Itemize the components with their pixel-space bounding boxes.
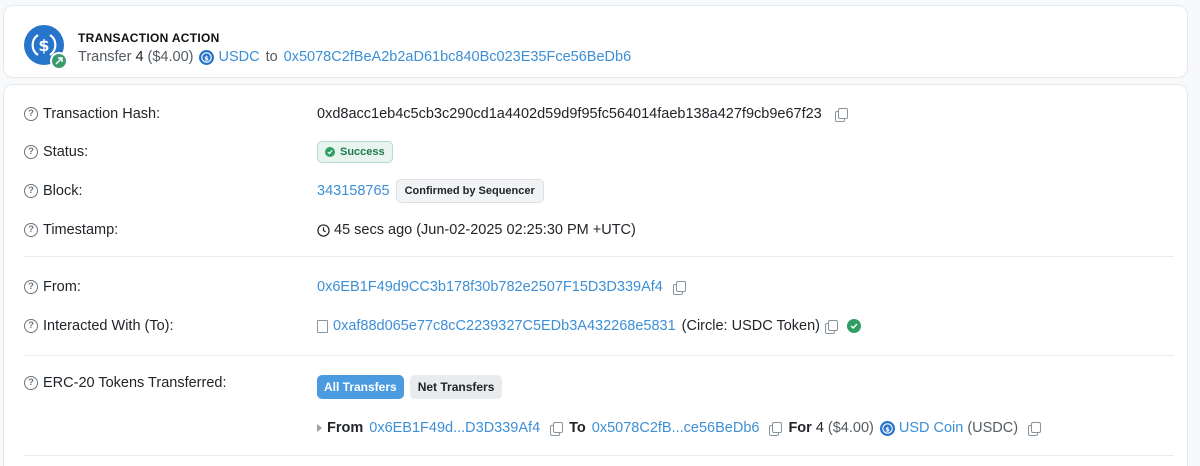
transfer-from-link[interactable]: 0x6EB1F49d...D3D339Af4: [369, 420, 540, 436]
from-row: ? From: 0x6EB1F49d9CC3b178f30b782e2507F15…: [4, 275, 1187, 299]
transfer-from-word: From: [327, 420, 364, 436]
erc20-label: ERC-20 Tokens Transferred:: [43, 375, 227, 391]
action-token-link[interactable]: USDC: [218, 49, 259, 65]
verified-check-icon: [846, 319, 861, 333]
block-row: ? Block: 343158765 Confirmed by Sequencer: [4, 179, 1187, 203]
svg-text:$: $: [205, 54, 210, 62]
check-circle-icon: [325, 147, 335, 157]
help-icon[interactable]: ?: [24, 223, 38, 237]
token-symbol: (USDC): [967, 420, 1019, 436]
copy-icon[interactable]: [824, 319, 838, 334]
help-icon[interactable]: ?: [24, 145, 38, 159]
copy-icon[interactable]: [549, 421, 564, 436]
transfer-to-word: To: [569, 420, 586, 436]
timestamp-value: 45 secs ago (Jun-02-2025 02:25:30 PM +UT…: [334, 222, 636, 238]
action-amount: 4: [135, 49, 144, 65]
copy-icon[interactable]: [834, 107, 848, 122]
tab-all-transfers[interactable]: All Transfers: [317, 375, 404, 399]
token-name-link[interactable]: USD Coin: [899, 420, 963, 436]
divider: [24, 455, 1174, 456]
help-icon[interactable]: ?: [24, 376, 38, 390]
help-icon[interactable]: ?: [24, 319, 38, 333]
transfer-to-link[interactable]: 0x5078C2fB...ce56BeDb6: [592, 420, 760, 436]
block-label: Block:: [43, 183, 83, 199]
transfer-usd: ($4.00): [827, 420, 874, 436]
confirmed-badge: Confirmed by Sequencer: [395, 179, 544, 203]
transaction-action-title: TRANSACTION ACTION: [78, 31, 220, 45]
usdc-coin-icon: $: [199, 49, 215, 65]
transaction-action-card: $ TRANSACTION ACTION Transfer 4 ($4.00) …: [3, 5, 1188, 78]
svg-text:$: $: [38, 36, 49, 55]
interacted-row: ? Interacted With (To): 0xaf88d065e77c8cC…: [4, 314, 1187, 338]
action-to-word: to: [265, 49, 278, 65]
transfer-amount: 4: [815, 420, 824, 436]
interacted-label: Interacted With (To):: [43, 318, 174, 334]
help-icon[interactable]: ?: [24, 107, 38, 121]
status-badge: Success: [317, 141, 393, 163]
divider: [24, 355, 1174, 356]
svg-text:$: $: [885, 425, 890, 433]
contract-address-link[interactable]: 0xaf88d065e77c8cC2239327C5EDb3A432268e58…: [333, 318, 676, 334]
block-number-link[interactable]: 343158765: [317, 183, 390, 199]
clock-icon: [317, 223, 330, 237]
help-icon[interactable]: ?: [24, 184, 38, 198]
contract-file-icon: [317, 319, 328, 333]
timestamp-label: Timestamp:: [43, 222, 119, 238]
token-transfer-row: From 0x6EB1F49d...D3D339Af4 To 0x5078C2f…: [4, 416, 1187, 440]
copy-icon[interactable]: [768, 421, 783, 436]
hash-row: ? Transaction Hash: 0xd8acc1eb4c5cb3c290c…: [4, 102, 1187, 126]
transaction-hash-value: 0xd8acc1eb4c5cb3c290cd1a4402d59d9f95fc56…: [317, 106, 822, 122]
action-verb: Transfer: [78, 49, 132, 65]
hash-label: Transaction Hash:: [43, 106, 161, 122]
usdc-coin-icon: $: [879, 420, 895, 436]
transfer-for-word: For: [788, 420, 812, 436]
tab-net-transfers[interactable]: Net Transfers: [409, 375, 503, 399]
from-label: From:: [43, 279, 81, 295]
transaction-action-summary: Transfer 4 ($4.00) $ USDC to 0x5078C2fBe…: [78, 49, 631, 65]
action-usd: ($4.00): [147, 49, 194, 65]
from-address-link[interactable]: 0x6EB1F49d9CC3b178f30b782e2507F15D3D339A…: [317, 279, 663, 295]
copy-icon[interactable]: [1027, 421, 1042, 436]
divider: [24, 256, 1174, 257]
status-label: Status:: [43, 144, 89, 160]
expand-caret-icon[interactable]: [317, 424, 322, 432]
outgoing-arrow-icon: [50, 52, 68, 70]
timestamp-row: ? Timestamp: 45 secs ago (Jun-02-2025 02:…: [4, 218, 1187, 242]
transaction-details-card: ? Transaction Hash: 0xd8acc1eb4c5cb3c290c…: [3, 84, 1188, 466]
contract-name: (Circle: USDC Token): [681, 318, 820, 334]
erc20-row: ? ERC-20 Tokens Transferred: All Transfer…: [4, 375, 1187, 399]
help-icon[interactable]: ?: [24, 280, 38, 294]
status-row: ? Status: Success: [4, 140, 1187, 164]
action-to-address-link[interactable]: 0x5078C2fBeA2b2aD61bc840Bc023E35Fce56BeD…: [284, 49, 631, 65]
copy-icon[interactable]: [672, 280, 686, 295]
status-text: Success: [340, 146, 385, 158]
